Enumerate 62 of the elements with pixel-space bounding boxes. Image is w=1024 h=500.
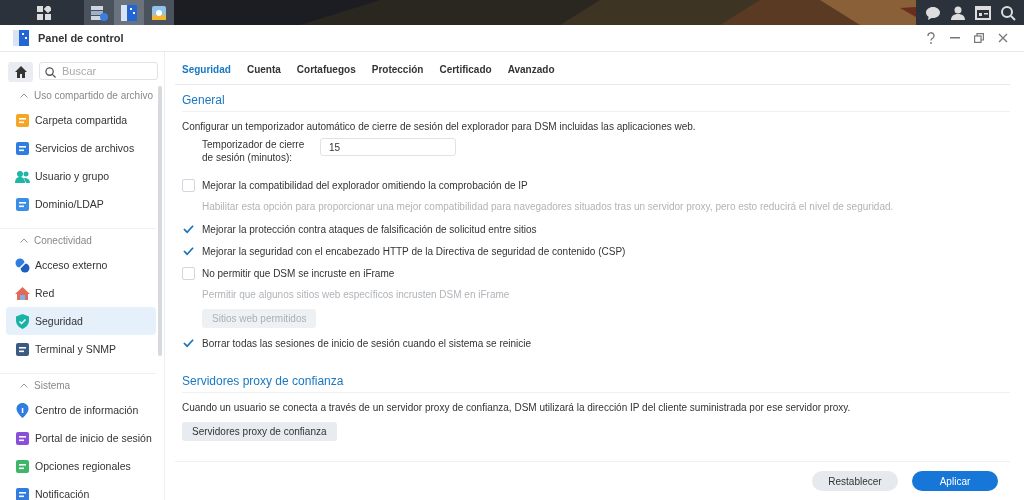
sidebar-item[interactable]: Terminal y SNMP <box>6 335 156 363</box>
sidebar-item[interactable]: Dominio/LDAP <box>6 190 156 218</box>
tab[interactable]: Cortafuegos <box>296 54 356 84</box>
info-pin-icon <box>15 402 30 418</box>
sidebar-item[interactable]: Portal de inicio de sesión <box>6 424 156 452</box>
checkbox[interactable] <box>182 178 195 192</box>
search-field[interactable]: Buscar <box>39 62 158 80</box>
section-header[interactable]: Sistema <box>0 373 156 396</box>
hint-text: Habilitar esta opción para proporcionar una mejor compatibilidad para navegadores situados tras un servidor proxy, pero esto reducirá el nivel de seguridad. <box>201 200 895 214</box>
scrollbar[interactable] <box>158 86 162 356</box>
section-header[interactable]: Conectividad <box>0 228 156 251</box>
tab[interactable]: Protección <box>371 54 424 84</box>
checkbox-label: No permitir que DSM se incruste en iFrame <box>202 267 395 279</box>
checkbox[interactable] <box>182 336 195 350</box>
sidebar-item[interactable]: Seguridad <box>6 307 156 335</box>
home-button[interactable] <box>8 62 33 82</box>
sidebar-item[interactable]: Carpeta compartida <box>6 106 156 134</box>
section-title: General <box>182 85 1010 112</box>
checkbox-label: Mejorar la protección contra ataques de falsificación de solicitud entre sitios <box>202 223 537 235</box>
sidebar-item[interactable]: Notificación <box>6 480 156 500</box>
folder-icon <box>15 112 30 128</box>
chevron-icon <box>20 92 28 98</box>
sidebar-item[interactable]: Centro de información <box>6 396 156 424</box>
sidebar-item[interactable]: Opciones regionales <box>6 452 156 480</box>
section-title: Servidores proxy de confianza <box>182 366 1010 393</box>
search-icon <box>45 67 56 78</box>
reset-button[interactable]: Restablecer <box>812 471 898 491</box>
tab[interactable]: Certificado <box>439 54 492 84</box>
tab[interactable]: Cuenta <box>246 54 281 84</box>
checkbox[interactable] <box>182 266 195 280</box>
checkbox[interactable] <box>182 244 195 258</box>
control-panel-icon[interactable] <box>114 0 144 25</box>
checkbox-label: Mejorar la compatibilidad del explorador omitiendo la comprobación de IP <box>202 179 528 191</box>
checkbox[interactable] <box>182 222 195 236</box>
users-icon <box>15 168 30 184</box>
restore-icon[interactable] <box>974 33 984 43</box>
tab[interactable]: Seguridad <box>182 54 231 84</box>
checkbox-label: Borrar todas las sesiones de inicio de sesión cuando el sistema se reinicie <box>202 337 532 349</box>
house-icon <box>15 285 30 301</box>
hint-text: Permitir que algunos sitios web específicos incrusten DSM en iFrame <box>201 288 511 302</box>
chevron-icon <box>20 382 28 388</box>
chevron-icon <box>20 237 28 243</box>
apply-button[interactable]: Aplicar <box>912 471 998 491</box>
window-title: Panel de control <box>38 32 124 44</box>
tab[interactable]: Avanzado <box>507 54 555 84</box>
description-text: Configurar un temporizador automático de cierre de sesión del explorador para DSM incluidas las aplicaciones web. <box>182 120 697 134</box>
field-label: Temporizador de cierre de sesión (minutos): <box>202 138 306 164</box>
description-text: Cuando un usuario se conecta a través de un servidor proxy de confianza, DSM utilizará la dirección IP del cliente suministrada por ese servidor proxy. <box>182 401 852 415</box>
close-icon[interactable] <box>998 33 1008 43</box>
checkbox-label: Mejorar la seguridad con el encabezado HTTP de la Directiva de seguridad de contenido (CSP) <box>202 245 626 257</box>
sidebar-item[interactable]: Acceso externo <box>6 251 156 279</box>
timeout-field[interactable]: 15 <box>320 138 456 156</box>
sidebar-item[interactable]: Red <box>6 279 156 307</box>
section-header[interactable]: Uso compartido de archivo <box>0 84 156 106</box>
link-icon <box>15 257 30 273</box>
home-icon <box>14 66 27 78</box>
sidebar-item[interactable]: Servicios de archivos <box>6 134 156 162</box>
help-icon[interactable] <box>926 32 936 44</box>
secondary-button[interactable]: Servidores proxy de confianza <box>182 421 337 441</box>
control-panel-icon <box>12 29 30 47</box>
shield-icon <box>15 313 30 329</box>
sidebar-item[interactable]: Usuario y grupo <box>6 162 156 190</box>
